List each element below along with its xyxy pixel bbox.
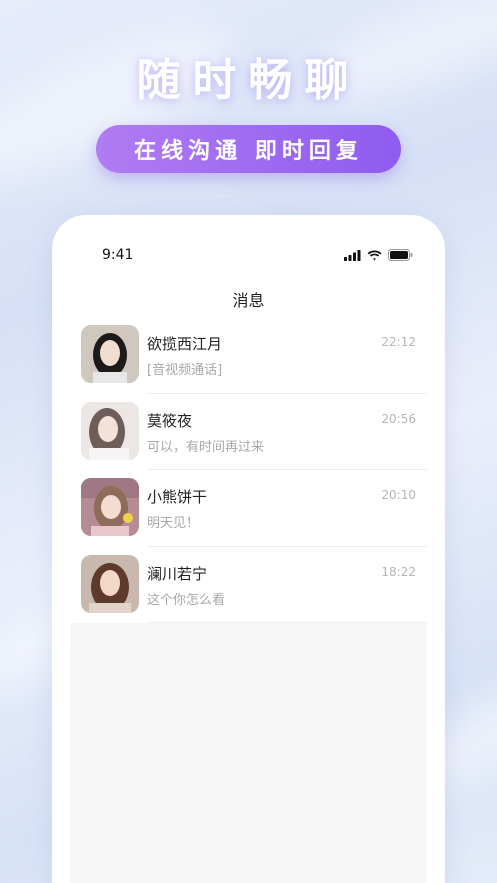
wifi-icon [367, 250, 382, 260]
conversation-message: 可以，有时间再过来 [147, 439, 265, 455]
conversation-time: 20:56 [381, 411, 416, 426]
conversation-name: 澜川若宁 [147, 564, 208, 583]
conversation-message: [音视频通话] [147, 363, 223, 378]
conversation-item[interactable]: 澜川若宁 这个你怎么看 18:22 [70, 547, 427, 623]
status-time: 9:41 [102, 247, 134, 263]
conversation-name: 小熊饼干 [147, 488, 208, 506]
conversation-name: 莫筱夜 [147, 411, 193, 430]
conversation-message: 明天见！ [147, 516, 200, 531]
avatar [81, 325, 139, 383]
conversation-item[interactable]: 小熊饼干 明天见！ 20:10 [70, 470, 427, 547]
screen-title: 消息 [232, 291, 265, 310]
signal-icon [344, 249, 361, 261]
promo-tagline-pill: 在线沟通 即时回复 [96, 125, 401, 173]
conversation-item[interactable]: 欲揽西江月 [音视频通话] 22:12 [70, 317, 427, 394]
avatar [81, 554, 139, 613]
avatar [81, 401, 139, 460]
phone-mockup: 9:41 消息 欲揽西江月 [音视频通话] 22:12 莫筱夜 可以，有时间再过… [52, 215, 445, 883]
status-icons [344, 249, 413, 261]
promo-headline: 随时畅聊 [136, 55, 361, 106]
conversation-time: 22:12 [381, 335, 416, 349]
promo-tagline: 在线沟通 即时回复 [134, 139, 363, 164]
conversation-time: 18:22 [381, 564, 416, 579]
conversation-message: 这个你怎么看 [147, 592, 226, 608]
battery-icon [388, 249, 413, 261]
conversation-name: 欲揽西江月 [147, 335, 223, 353]
conversation-list: 欲揽西江月 [音视频通话] 22:12 莫筱夜 可以，有时间再过来 20:56 [70, 317, 427, 623]
conversation-time: 20:10 [381, 488, 416, 502]
empty-list-area [70, 623, 427, 883]
conversation-item[interactable]: 莫筱夜 可以，有时间再过来 20:56 [70, 394, 427, 470]
avatar [81, 478, 139, 536]
